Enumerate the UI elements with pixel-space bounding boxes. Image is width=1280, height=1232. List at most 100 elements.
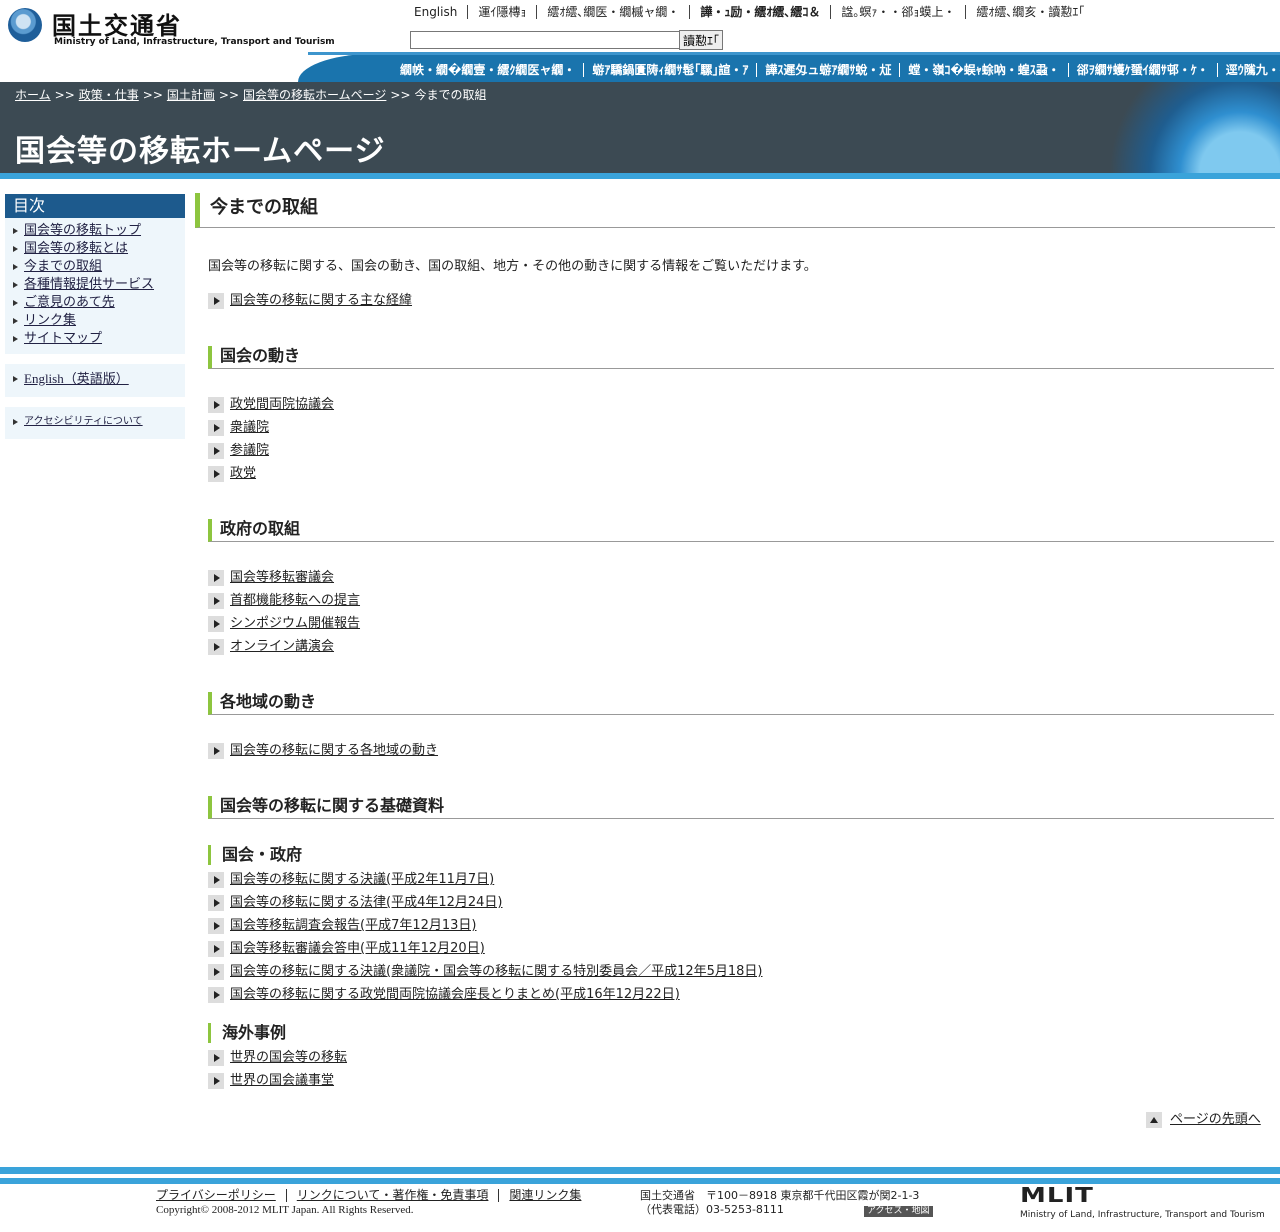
link-item[interactable]: 国会等の移転に関する政党間両院協議会座長とりまとめ(平成16年12月22日) bbox=[208, 986, 680, 1004]
toc-item-label[interactable]: 今までの取組 bbox=[24, 259, 102, 274]
link-item[interactable]: 世界の国会等の移転 bbox=[208, 1049, 347, 1067]
link-item[interactable]: 国会等の移転に関する決議(平成2年11月7日) bbox=[208, 871, 494, 889]
accessibility-link[interactable]: アクセシビリティについて bbox=[5, 413, 185, 431]
toc-item-label[interactable]: 各種情報提供サービス bbox=[24, 277, 154, 292]
arrow-right-icon bbox=[208, 593, 224, 609]
toc-item[interactable]: サイトマップ bbox=[5, 330, 185, 348]
arrow-right-icon bbox=[208, 964, 224, 980]
toc-item-label[interactable]: 国会等の移転トップ bbox=[24, 223, 141, 238]
link-label[interactable]: 国会等の移転に関する法律(平成4年12月24日) bbox=[230, 895, 503, 910]
link-item[interactable]: 首都機能移転への提言 bbox=[208, 592, 360, 610]
toc-item-label[interactable]: ご意見のあて先 bbox=[24, 295, 115, 310]
link-item[interactable]: 国会等の移転に関する各地域の動き bbox=[208, 742, 438, 760]
link-item[interactable]: 参議院 bbox=[208, 442, 269, 460]
nav-item-1[interactable]: 繝帙・繝�繝壹・繧ｸ繝医ャ繝・ bbox=[392, 63, 585, 77]
breadcrumb-sep: >> bbox=[218, 88, 239, 102]
util-link-4[interactable]: 譁・ｭ励・繧ｵ繧､繧ｺ＆ bbox=[690, 5, 832, 19]
link-item[interactable]: 政党 bbox=[208, 465, 256, 483]
arrow-right-icon bbox=[208, 987, 224, 1003]
globe-image bbox=[1080, 82, 1280, 173]
site-header: 国土交通省 Ministry of Land, Infrastructure, … bbox=[0, 0, 1280, 82]
toc-item[interactable]: 今までの取組 bbox=[5, 258, 185, 276]
util-link-english[interactable]: English bbox=[404, 5, 469, 19]
nav-item-4[interactable]: 螳・嶺ｺ�蜈ｬ蜍吶・蝗ｽ蝨・ bbox=[900, 63, 1069, 77]
breadcrumb-sep: >> bbox=[390, 88, 411, 102]
footer-link-related[interactable]: 関連リンク集 bbox=[499, 1189, 591, 1202]
toc-item[interactable]: 国会等の移転とは bbox=[5, 240, 185, 258]
section-heading-basic-materials: 国会等の移転に関する基礎資料 bbox=[208, 796, 1274, 819]
breadcrumb-relocation-home[interactable]: 国会等の移転ホームページ bbox=[243, 88, 386, 102]
toc-item-label[interactable]: サイトマップ bbox=[24, 331, 102, 346]
link-item[interactable]: 国会等移転審議会答申(平成11年12月20日) bbox=[208, 940, 485, 958]
link-label[interactable]: 国会等移転審議会 bbox=[230, 570, 334, 585]
link-item[interactable]: 国会等の移転に関する法律(平成4年12月24日) bbox=[208, 894, 503, 912]
toc-item-label[interactable]: リンク集 bbox=[24, 313, 76, 328]
link-label[interactable]: 国会等の移転に関する決議(衆議院・国会等の移転に関する特別委員会／平成12年5月… bbox=[230, 964, 763, 979]
back-to-top-label[interactable]: ページの先頭へ bbox=[1170, 1112, 1261, 1127]
util-link-3[interactable]: 繧ｵ繧､繝医・繝槭ャ繝・ bbox=[537, 5, 691, 19]
breadcrumb-national-planning[interactable]: 国土計画 bbox=[167, 88, 215, 102]
english-link-label[interactable]: English（英語版） bbox=[24, 371, 129, 386]
arrow-right-icon bbox=[208, 466, 224, 482]
back-to-top-link[interactable]: ページの先頭へ bbox=[1146, 1111, 1261, 1129]
link-item[interactable]: 衆議院 bbox=[208, 419, 269, 437]
link-label[interactable]: 世界の国会等の移転 bbox=[230, 1050, 347, 1065]
footer-link-privacy[interactable]: プライバシーポリシー bbox=[156, 1189, 287, 1202]
toc-item[interactable]: 各種情報提供サービス bbox=[5, 276, 185, 294]
link-item[interactable]: 国会等の移転に関する決議(衆議院・国会等の移転に関する特別委員会／平成12年5月… bbox=[208, 963, 763, 981]
util-link-5[interactable]: 諡｡螟ｧ・・郤ｮ蟆上・ bbox=[831, 5, 967, 19]
english-link[interactable]: English（英語版） bbox=[5, 370, 185, 389]
link-label[interactable]: 参議院 bbox=[230, 443, 269, 458]
link-item[interactable]: オンライン講演会 bbox=[208, 638, 334, 656]
link-label[interactable]: 国会等移転審議会答申(平成11年12月20日) bbox=[230, 941, 485, 956]
nav-item-6[interactable]: 逕ｳ隲九・謇狗ｶ・ bbox=[1218, 63, 1280, 77]
link-label[interactable]: 政党間両院協議会 bbox=[230, 397, 334, 412]
link-label[interactable]: 国会等の移転に関する政党間両院協議会座長とりまとめ(平成16年12月22日) bbox=[230, 987, 680, 1002]
search-input[interactable] bbox=[410, 31, 684, 49]
toc-item[interactable]: リンク集 bbox=[5, 312, 185, 330]
link-item[interactable]: シンポジウム開催報告 bbox=[208, 615, 360, 633]
search-button[interactable]: 讀懃ｴ｢ bbox=[679, 30, 724, 50]
nav-item-5[interactable]: 郤ｦ繝ｻ蠖ｹ蜑ｲ繝ｻ邨・ｹ・ bbox=[1069, 63, 1218, 77]
utility-links: English 運ｲ隱槫ｮ 繧ｵ繧､繝医・繝槭ャ繝・ 譁・ｭ励・繧ｵ繧､繧ｺ＆ … bbox=[404, 5, 1094, 19]
nav-item-2[interactable]: 蝣ｱ驕鍋匱陦ｨ繝ｻ髢｢騾｣諠・ｱ bbox=[584, 63, 758, 77]
title-band-divider bbox=[0, 173, 1280, 179]
accessibility-link-label[interactable]: アクセシビリティについて bbox=[24, 416, 143, 427]
link-item[interactable]: 国会等移転審議会 bbox=[208, 569, 334, 587]
link-label[interactable]: 国会等移転調査会報告(平成7年12月13日) bbox=[230, 918, 477, 933]
link-label[interactable]: 国会等の移転に関する各地域の動き bbox=[230, 743, 438, 758]
toc-item[interactable]: ご意見のあて先 bbox=[5, 294, 185, 312]
footer-link-copyright[interactable]: リンクについて・著作権・免責事項 bbox=[287, 1189, 500, 1202]
breadcrumb-policy[interactable]: 政策・仕事 bbox=[79, 88, 139, 102]
link-main-history[interactable]: 国会等の移転に関する主な経緯 bbox=[208, 292, 412, 310]
toc-item[interactable]: 国会等の移転トップ bbox=[5, 222, 185, 240]
arrow-right-icon bbox=[208, 420, 224, 436]
link-item[interactable]: 国会等移転調査会報告(平成7年12月13日) bbox=[208, 917, 477, 935]
access-map-button[interactable]: アクセス・地図 bbox=[863, 1206, 933, 1217]
link-label[interactable]: 国会等の移転に関する主な経緯 bbox=[230, 293, 412, 308]
link-label[interactable]: 国会等の移転に関する決議(平成2年11月7日) bbox=[230, 872, 494, 887]
arrow-right-icon bbox=[208, 918, 224, 934]
link-label[interactable]: 政党 bbox=[230, 466, 256, 481]
logo-japanese: 国土交通省 bbox=[52, 11, 182, 40]
link-label[interactable]: オンライン講演会 bbox=[230, 639, 334, 654]
link-label[interactable]: 首都機能移転への提言 bbox=[230, 593, 360, 608]
copyright: Copyright© 2008-2012 MLIT Japan. All Rig… bbox=[156, 1204, 414, 1216]
util-link-6[interactable]: 繧ｵ繧､繝亥・讀懃ｴ｢ bbox=[966, 5, 1094, 19]
link-label[interactable]: 衆議院 bbox=[230, 420, 269, 435]
link-item[interactable]: 世界の国会議事堂 bbox=[208, 1072, 334, 1090]
mlit-emblem-icon bbox=[8, 8, 42, 42]
toc-item-label[interactable]: 国会等の移転とは bbox=[24, 241, 128, 256]
mlit-logo[interactable]: 国土交通省 Ministry of Land, Infrastructure, … bbox=[8, 8, 335, 50]
section-heading-government: 政府の取組 bbox=[208, 519, 1274, 542]
title-band: ホーム >> 政策・仕事 >> 国土計画 >> 国会等の移転ホームページ >> 今までの取組 国… bbox=[0, 82, 1280, 173]
util-link-2[interactable]: 運ｲ隱槫ｮ bbox=[468, 5, 538, 19]
toc-title: 目次 bbox=[5, 194, 185, 218]
arrow-right-icon bbox=[208, 941, 224, 957]
link-label[interactable]: シンポジウム開催報告 bbox=[230, 616, 360, 631]
breadcrumb-home[interactable]: ホーム bbox=[15, 88, 51, 102]
nav-item-3[interactable]: 譁ｽ遲匁ュ蝣ｱ繝ｻ蛻・㍽ bbox=[757, 63, 901, 77]
section-heading-regions: 各地域の動き bbox=[208, 692, 1274, 715]
link-item[interactable]: 政党間両院協議会 bbox=[208, 396, 334, 414]
link-label[interactable]: 世界の国会議事堂 bbox=[230, 1073, 334, 1088]
